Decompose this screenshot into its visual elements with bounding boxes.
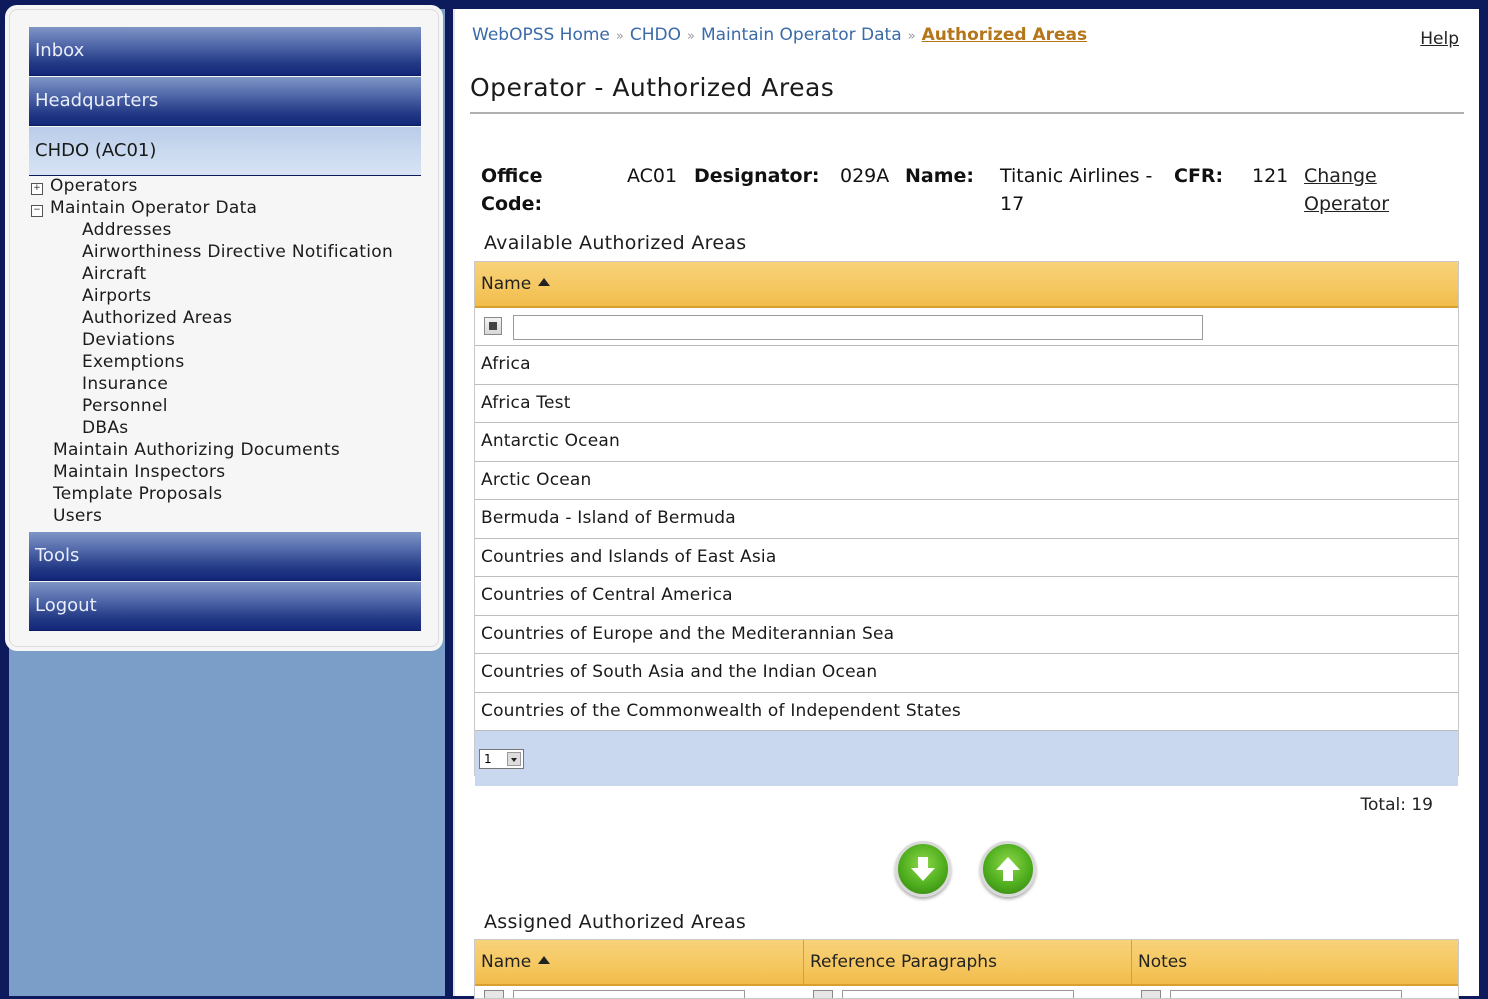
cfr-label: CFR: <box>1174 165 1224 187</box>
breadcrumb-maintain-operator-data[interactable]: Maintain Operator Data <box>701 25 902 45</box>
nav-headquarters[interactable]: Headquarters <box>29 77 421 126</box>
nav-inbox[interactable]: Inbox <box>29 27 421 76</box>
filter-row <box>475 308 1458 346</box>
available-section-title: Available Authorized Areas <box>484 232 747 254</box>
nav-logout[interactable]: Logout <box>29 582 421 631</box>
change-operator-link[interactable]: Change Operator <box>1304 162 1389 218</box>
table-row[interactable]: Antarctic Ocean <box>475 423 1458 462</box>
column-header-notes[interactable]: Notes <box>1132 940 1458 984</box>
help-link[interactable]: Help <box>1420 29 1459 49</box>
tree-item-insurance[interactable]: Insurance <box>82 373 168 395</box>
name-value: Titanic Airlines -17 <box>1000 165 1153 215</box>
filter-menu-icon[interactable] <box>1141 990 1161 998</box>
table-row[interactable]: Bermuda - Island of Bermuda <box>475 500 1458 539</box>
column-header-name[interactable]: Name <box>475 940 804 984</box>
tree-item-users[interactable]: Users <box>53 505 102 527</box>
assigned-section-title: Assigned Authorized Areas <box>484 911 747 933</box>
page-select[interactable]: 1 <box>479 749 524 769</box>
tree-item-aircraft[interactable]: Aircraft <box>82 263 146 285</box>
breadcrumb-separator: » <box>907 29 916 44</box>
table-row[interactable]: Arctic Ocean <box>475 462 1458 500</box>
name-filter-input[interactable] <box>513 315 1203 340</box>
office-code-value: AC01 <box>627 165 678 187</box>
notes-filter-input[interactable] <box>1170 990 1402 998</box>
table-row[interactable]: Countries of South Asia and the Indian O… <box>475 654 1458 693</box>
tree-item-deviations[interactable]: Deviations <box>82 329 175 351</box>
table-row[interactable]: Countries of Central America <box>475 577 1458 616</box>
table-row[interactable]: Countries of the Commonwealth of Indepen… <box>475 693 1458 731</box>
expand-icon[interactable]: + <box>31 183 43 195</box>
tree-item-authorized-areas[interactable]: Authorized Areas <box>82 307 232 329</box>
designator-value: 029A <box>840 165 890 187</box>
total-count: Total: 19 <box>1360 795 1433 815</box>
cfr-value: 121 <box>1252 165 1289 187</box>
tree-item-personnel[interactable]: Personnel <box>82 395 168 417</box>
arrow-down-icon <box>911 857 935 881</box>
designator-label: Designator: <box>694 165 820 187</box>
tree-label: Operators <box>50 176 138 196</box>
table-row[interactable]: Countries of Europe and the Mediterannia… <box>475 616 1458 654</box>
reference-filter-input[interactable] <box>842 990 1074 998</box>
page-title: Operator - Authorized Areas <box>470 73 835 102</box>
breadcrumb-separator: » <box>615 29 624 44</box>
tree-item-ad-notification[interactable]: Airworthiness Directive Notification <box>82 241 393 263</box>
tree-item-maintain-inspectors[interactable]: Maintain Inspectors <box>53 461 225 483</box>
table-row[interactable]: Africa <box>475 346 1458 385</box>
nav-office[interactable]: CHDO (AC01) <box>29 127 421 176</box>
breadcrumb-chdo[interactable]: CHDO <box>630 25 681 45</box>
table-row[interactable]: Africa Test <box>475 385 1458 423</box>
arrow-up-icon <box>996 857 1020 881</box>
name-filter-input[interactable] <box>513 990 745 998</box>
assigned-grid: Name Reference Paragraphs Notes <box>474 939 1459 999</box>
move-down-button[interactable] <box>895 841 951 897</box>
tree-item-template-proposals[interactable]: Template Proposals <box>53 483 222 505</box>
tree-item-operators[interactable]: + Operators <box>31 175 138 197</box>
column-header-name[interactable]: Name <box>475 262 1458 308</box>
breadcrumb-current[interactable]: Authorized Areas <box>922 25 1088 45</box>
tree-item-exemptions[interactable]: Exemptions <box>82 351 185 373</box>
collapse-icon[interactable]: − <box>31 205 43 217</box>
breadcrumb: WebOPSS Home » CHDO » Maintain Operator Data… <box>472 25 1087 45</box>
tree-item-maintain-operator-data[interactable]: − Maintain Operator Data <box>31 197 257 219</box>
assigned-filter-row <box>475 986 1458 998</box>
tree-item-airports[interactable]: Airports <box>82 285 151 307</box>
main-content: WebOPSS Home » CHDO » Maintain Operator Data… <box>453 9 1479 999</box>
sort-ascending-icon[interactable] <box>538 278 551 286</box>
move-up-button[interactable] <box>980 841 1036 897</box>
column-header-reference-paragraphs[interactable]: Reference Paragraphs <box>804 940 1132 984</box>
filter-menu-icon[interactable] <box>484 317 502 335</box>
breadcrumb-home[interactable]: WebOPSS Home <box>472 25 610 45</box>
office-code-label: Office Code: <box>481 165 543 215</box>
sort-ascending-icon[interactable] <box>538 956 551 964</box>
nav-tools[interactable]: Tools <box>29 532 421 581</box>
title-divider <box>470 112 1464 114</box>
filter-menu-icon[interactable] <box>484 990 504 998</box>
dropdown-arrow-icon[interactable] <box>507 752 521 766</box>
column-header-label: Name <box>481 952 532 972</box>
assigned-grid-header: Name Reference Paragraphs Notes <box>475 940 1458 986</box>
tree-item-dbas[interactable]: DBAs <box>82 417 128 439</box>
filter-menu-icon[interactable] <box>813 990 833 998</box>
tree-item-maintain-authorizing-documents[interactable]: Maintain Authorizing Documents <box>53 439 340 461</box>
tree-item-addresses[interactable]: Addresses <box>82 219 172 241</box>
available-grid: Name Africa Africa Test Antarctic Ocean … <box>474 261 1459 786</box>
pager-bar: 1 <box>475 731 1458 786</box>
left-panel: Inbox Headquarters CHDO (AC01) + Operator… <box>9 9 445 996</box>
name-label: Name: <box>905 165 975 187</box>
table-row[interactable]: Countries and Islands of East Asia <box>475 539 1458 577</box>
tree-label: Maintain Operator Data <box>50 198 258 218</box>
breadcrumb-separator: » <box>686 29 695 44</box>
page-select-value: 1 <box>484 752 492 766</box>
column-header-label: Name <box>481 274 532 294</box>
